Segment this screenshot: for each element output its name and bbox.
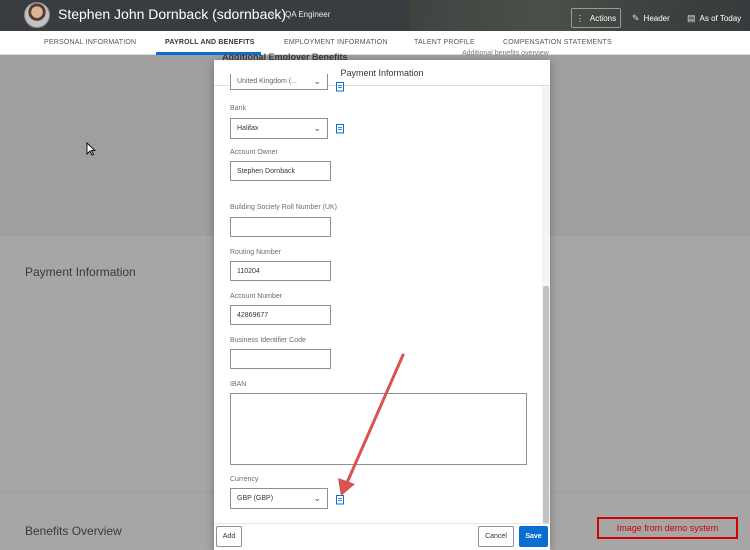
- currency-value: GBP (GBP): [237, 495, 274, 502]
- chevron-down-icon: ⌄: [313, 76, 321, 86]
- bank-select[interactable]: Halifax ⌄: [230, 118, 328, 139]
- more-vertical-icon: ⋮: [575, 13, 584, 23]
- as-of-today-label: As of Today: [699, 14, 742, 23]
- payment-information-dialog: Payment Information United Kingdom (... …: [214, 60, 550, 550]
- currency-label: Currency: [230, 476, 259, 483]
- chevron-down-icon: ⌄: [313, 123, 321, 133]
- tab-personal-information[interactable]: PERSONAL INFORMATION: [44, 39, 136, 46]
- dialog-footer: Add Cancel Save: [214, 523, 550, 550]
- bank-label: Bank: [230, 105, 246, 112]
- tab-compensation-statements[interactable]: COMPENSATION STATEMENTS: [503, 39, 612, 46]
- as-of-today-link[interactable]: ▤ As of Today: [687, 13, 741, 24]
- currency-select[interactable]: GBP (GBP) ⌄: [230, 488, 328, 509]
- save-button[interactable]: Save: [519, 526, 548, 547]
- routing-number-label: Routing Number: [230, 249, 281, 256]
- dialog-scrollbar[interactable]: [542, 86, 550, 544]
- copy-icon[interactable]: [335, 123, 345, 134]
- actions-button[interactable]: ⋮ Actions: [571, 8, 621, 28]
- demo-system-watermark: Image from demo system: [597, 517, 738, 539]
- header-link[interactable]: ✎ Header: [632, 13, 670, 24]
- routing-number-field[interactable]: 110204: [230, 261, 331, 281]
- cancel-button[interactable]: Cancel: [478, 526, 514, 547]
- account-owner-field[interactable]: Stephen Dornback: [230, 161, 331, 181]
- scrollbar-thumb[interactable]: [543, 286, 549, 544]
- mouse-cursor-icon: [86, 142, 96, 156]
- avatar[interactable]: [24, 2, 50, 28]
- iban-label: IBAN: [230, 381, 247, 388]
- header-link-label: Header: [643, 14, 670, 23]
- account-number-label: Account Number: [230, 293, 283, 300]
- roll-number-field[interactable]: [230, 217, 331, 237]
- calendar-icon: ▤: [687, 13, 696, 23]
- roll-number-label: Building Society Roll Number (UK): [230, 204, 337, 211]
- country-value: United Kingdom (...: [237, 78, 297, 85]
- chevron-down-icon[interactable]: ⌄: [268, 8, 276, 19]
- employee-name: Stephen John Dornback (sdornback): [58, 6, 287, 22]
- tab-talent-profile[interactable]: TALENT PROFILE: [414, 39, 475, 46]
- account-owner-label: Account Owner: [230, 149, 278, 156]
- copy-icon[interactable]: [335, 494, 345, 505]
- add-button[interactable]: Add: [216, 526, 242, 547]
- tab-employment-information[interactable]: EMPLOYMENT INFORMATION: [284, 39, 388, 46]
- employee-role: QA Engineer: [285, 10, 331, 19]
- iban-textarea[interactable]: [230, 393, 527, 465]
- account-number-field[interactable]: 42869677: [230, 305, 331, 325]
- copy-icon[interactable]: [335, 81, 345, 92]
- chevron-down-icon: ⌄: [313, 493, 321, 503]
- tab-bar: PERSONAL INFORMATION PAYROLL AND BENEFIT…: [0, 31, 750, 55]
- country-select[interactable]: United Kingdom (... ⌄: [230, 74, 328, 90]
- bank-value: Halifax: [237, 125, 259, 132]
- bic-field[interactable]: [230, 349, 331, 369]
- shell-header: Stephen John Dornback (sdornback) ⌄ QA E…: [0, 0, 750, 31]
- bic-label: Business Identifier Code: [230, 337, 306, 344]
- tab-payroll-and-benefits[interactable]: PAYROLL AND BENEFITS: [165, 39, 255, 46]
- actions-label: Actions: [589, 13, 617, 23]
- pencil-icon: ✎: [632, 13, 640, 23]
